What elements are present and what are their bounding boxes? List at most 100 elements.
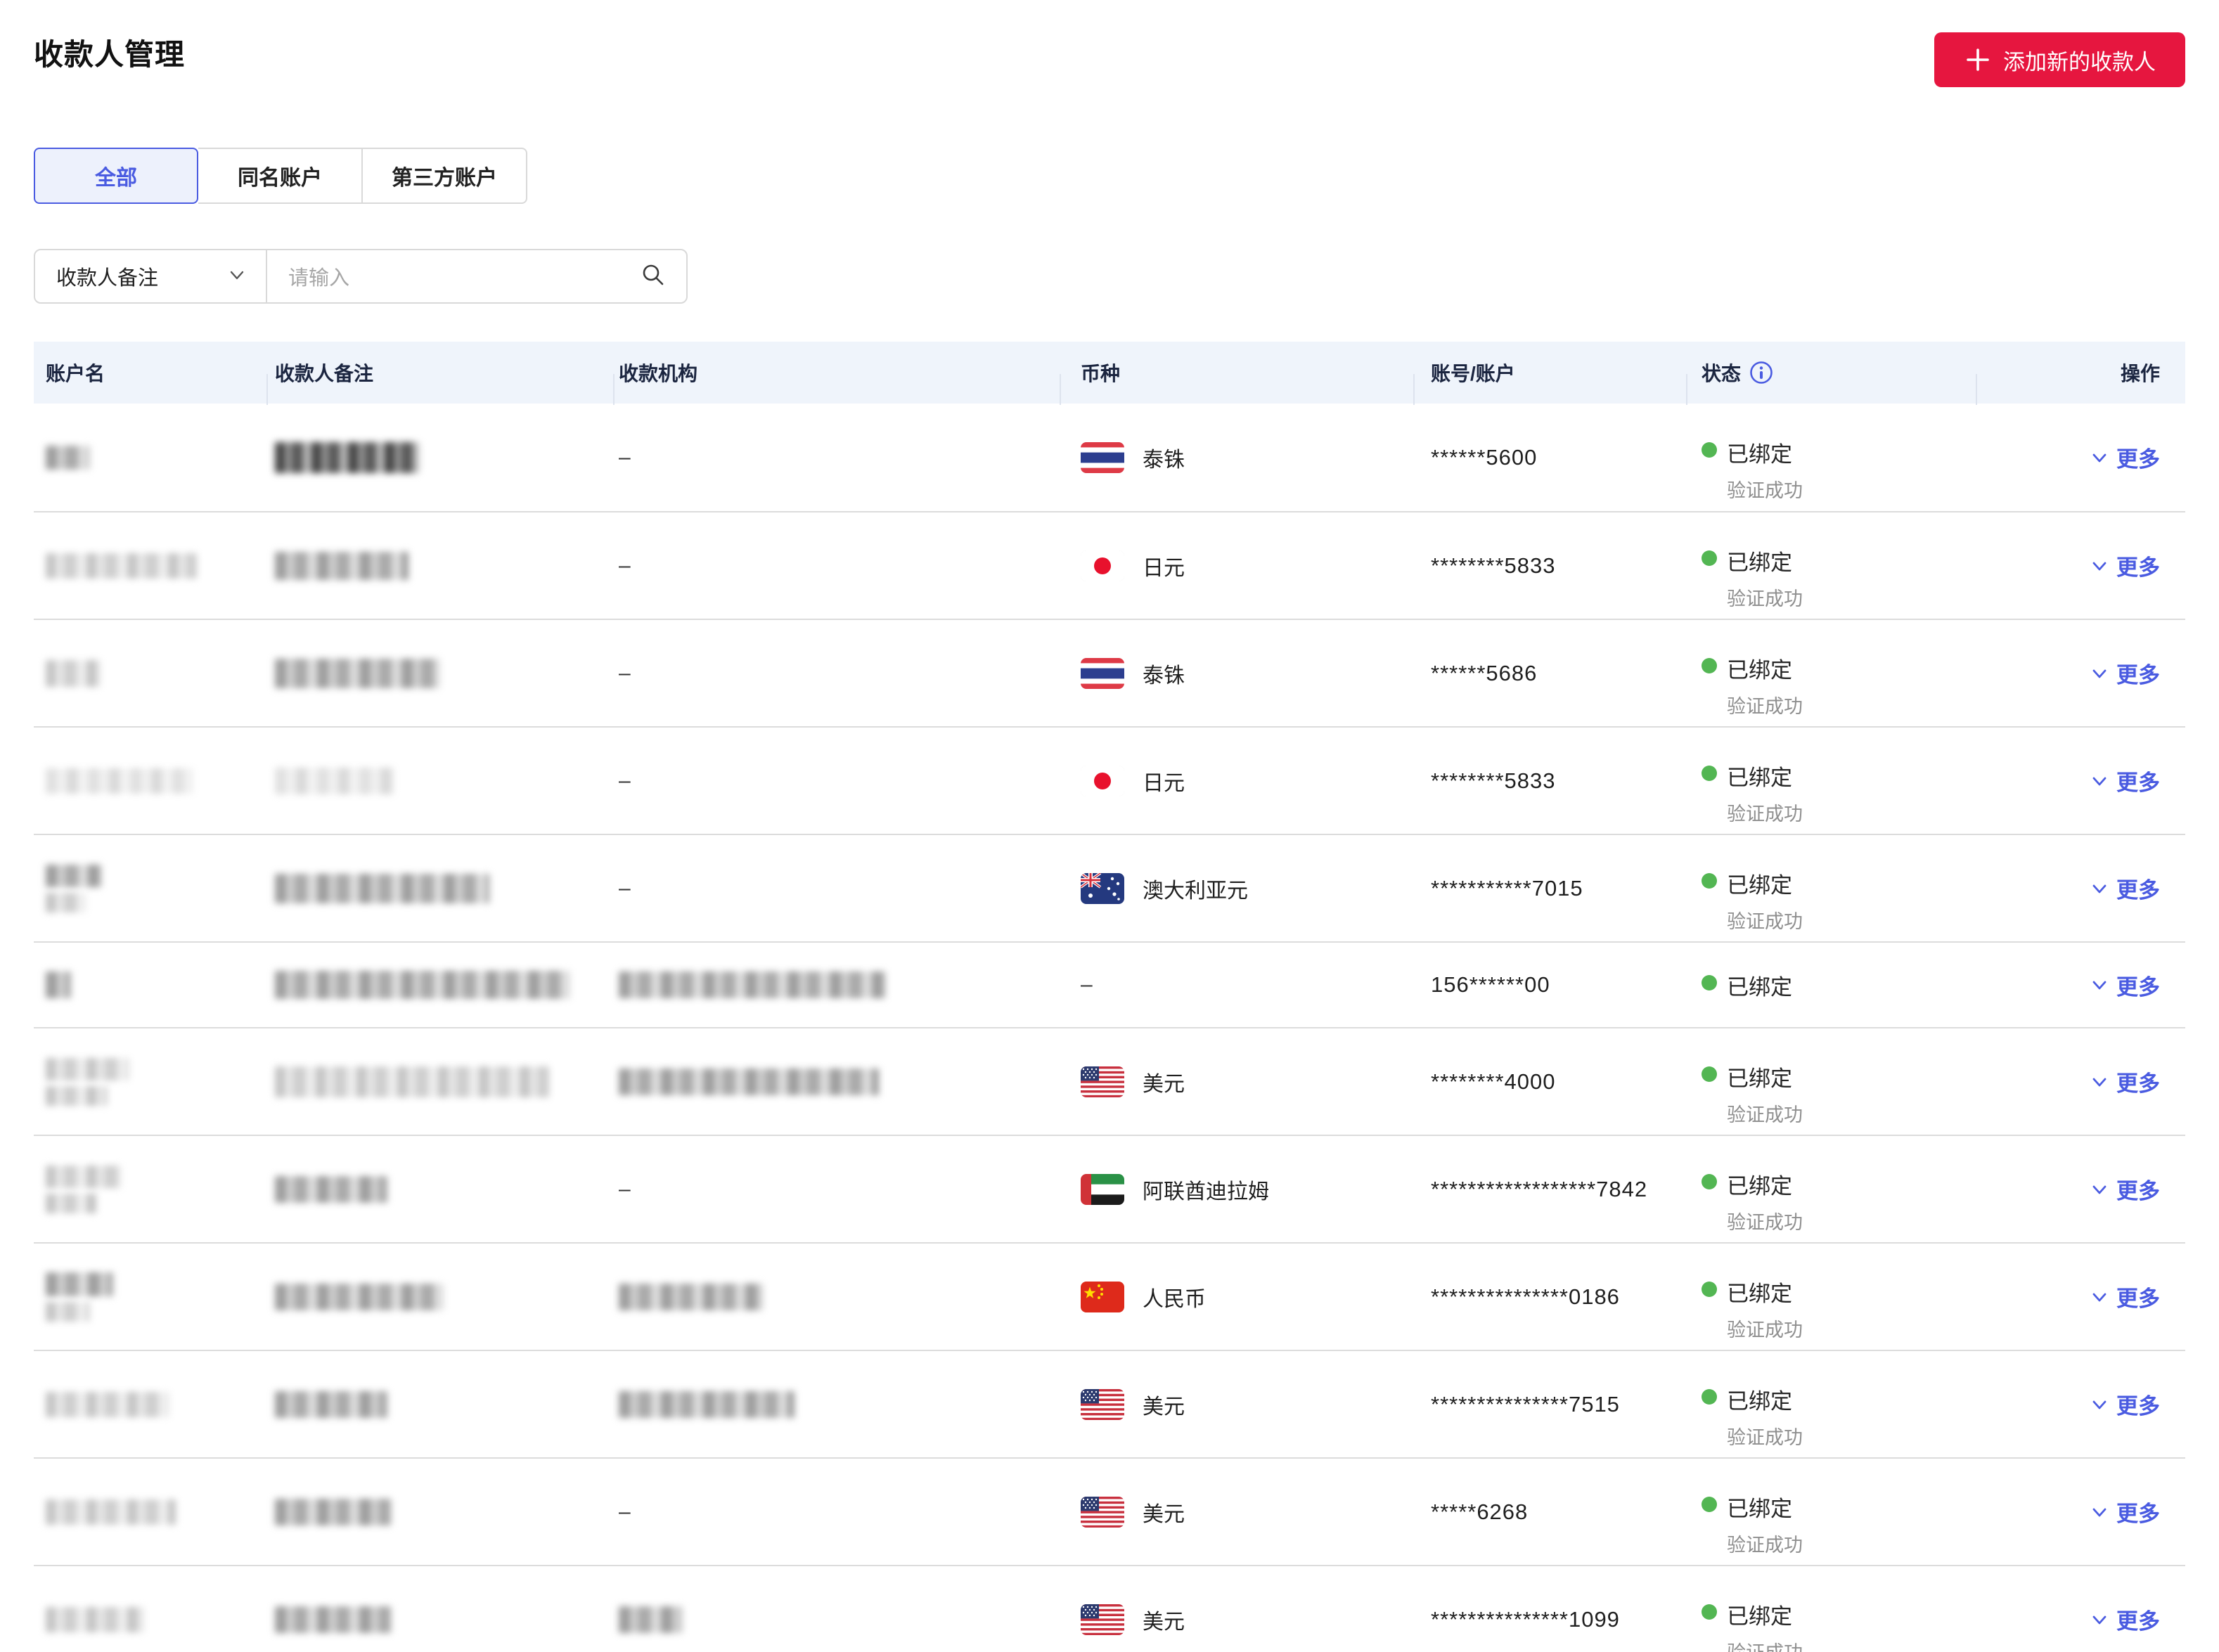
more-actions-label: 更多 (2116, 1394, 2160, 1419)
chevron-down-icon (2090, 1180, 2109, 1199)
status-dot-icon (1702, 1066, 1717, 1082)
masked-account-number: ******5600 (1431, 444, 1538, 470)
table-row: – 澳大利亚元 ***********7015 已绑定 验证成功 更多 (34, 834, 2185, 941)
more-actions-button[interactable]: 更多 (2090, 1496, 2160, 1528)
more-actions-button[interactable]: 更多 (2090, 1281, 2160, 1312)
account-name-redacted (46, 768, 193, 794)
tab-1[interactable]: 同名账户 (198, 148, 363, 204)
more-actions-button[interactable]: 更多 (2090, 872, 2160, 904)
institution-empty: – (619, 553, 631, 577)
status-badge: 已绑定 (1727, 550, 1792, 575)
more-actions-button[interactable]: 更多 (2090, 1603, 2160, 1635)
chevron-down-icon (2090, 664, 2109, 683)
action-cell: 更多 (1977, 728, 2185, 834)
account-name-redacted (46, 1085, 108, 1106)
status-badge: 已绑定 (1727, 657, 1792, 683)
filter-select[interactable]: 收款人备注 (35, 250, 267, 302)
more-actions-label: 更多 (2116, 447, 2160, 472)
tab-0[interactable]: 全部 (34, 148, 198, 204)
more-actions-label: 更多 (2116, 555, 2160, 580)
currency-cell: 美元 (1061, 1459, 1415, 1565)
more-actions-button[interactable]: 更多 (2090, 1173, 2160, 1205)
currency-label: 人民币 (1143, 1287, 1206, 1311)
column-header-5: 状态 (1687, 359, 1977, 405)
uae-flag-icon (1081, 1173, 1124, 1205)
account-name-redacted (46, 1301, 89, 1322)
payee-note-redacted (275, 441, 419, 473)
currency-label: 美元 (1143, 1502, 1185, 1526)
chevron-down-icon (2090, 1610, 2109, 1630)
more-actions-label: 更多 (2116, 1071, 2160, 1096)
topbar: 收款人管理 添加新的收款人 (34, 0, 2185, 87)
payee-note-cell (268, 835, 615, 941)
chevron-down-icon (2090, 1072, 2109, 1092)
institution-empty: – (619, 1177, 631, 1201)
status-badge: 已绑定 (1727, 1603, 1792, 1629)
action-cell: 更多 (1977, 1459, 2185, 1565)
more-actions-button[interactable]: 更多 (2090, 1388, 2160, 1420)
more-actions-button[interactable]: 更多 (2090, 969, 2160, 1001)
currency-label: 泰铢 (1143, 448, 1185, 472)
masked-account-number: ***************0186 (1431, 1284, 1620, 1309)
search-icon[interactable] (640, 262, 667, 292)
institution-cell: – (615, 620, 1061, 726)
account-name-cell (34, 1351, 268, 1457)
more-actions-button[interactable]: 更多 (2090, 550, 2160, 581)
tab-2[interactable]: 第三方账户 (363, 148, 527, 204)
action-cell: 更多 (1977, 1028, 2185, 1135)
status-badge: 已绑定 (1727, 441, 1792, 467)
add-payee-button[interactable]: 添加新的收款人 (1934, 32, 2185, 87)
currency-cell: 泰铢 (1061, 404, 1415, 511)
table-row: – 日元 ********5833 已绑定 验证成功 更多 (34, 511, 2185, 619)
page-title: 收款人管理 (34, 38, 186, 71)
currency-cell: 美元 (1061, 1566, 1415, 1652)
table-row: – 泰铢 ******5600 已绑定 验证成功 更多 (34, 404, 2185, 511)
more-actions-button[interactable]: 更多 (2090, 765, 2160, 796)
status-dot-icon (1702, 1281, 1717, 1297)
account-name-redacted (46, 1606, 144, 1632)
table-row: 美元***************1099已绑定验证成功更多 (34, 1565, 2185, 1652)
payee-note-redacted (275, 1175, 387, 1203)
status-subtext: 验证成功 (1727, 1534, 1803, 1556)
account-name-cell (34, 404, 268, 511)
status-subtext: 验证成功 (1727, 479, 1803, 501)
more-actions-button[interactable]: 更多 (2090, 441, 2160, 473)
status-subtext: 验证成功 (1727, 1211, 1803, 1233)
usa-flag-icon (1081, 1496, 1124, 1528)
column-header-2: 收款机构 (615, 359, 1061, 405)
payee-note-redacted (275, 1066, 549, 1097)
institution-cell: – (615, 1459, 1061, 1565)
chevron-down-icon (2090, 771, 2109, 791)
status-cell: 已绑定验证成功 (1687, 1351, 1977, 1457)
account-number-cell: ********5833 (1415, 728, 1687, 834)
status-cell: 已绑定验证成功 (1687, 728, 1977, 834)
status-cell: 已绑定 (1687, 943, 1977, 1027)
more-actions-label: 更多 (2116, 1286, 2160, 1311)
search-input[interactable]: 请输入 (267, 250, 686, 302)
more-actions-button[interactable]: 更多 (2090, 1066, 2160, 1097)
institution-cell (615, 1028, 1061, 1135)
status-badge: 已绑定 (1727, 1388, 1792, 1414)
table-row: 人民币 ***************0186 已绑定 验证成功 更多 (34, 1242, 2185, 1350)
action-cell: 更多 (1977, 1566, 2185, 1652)
status-cell: 已绑定验证成功 (1687, 1028, 1977, 1135)
status-dot-icon (1702, 974, 1717, 990)
more-actions-button[interactable]: 更多 (2090, 657, 2160, 689)
account-name-cell (34, 1028, 268, 1135)
currency-label: 美元 (1143, 1072, 1185, 1096)
action-cell: 更多 (1977, 835, 2185, 941)
status-dot-icon (1702, 765, 1717, 781)
japan-flag-icon (1081, 550, 1124, 581)
status-cell: 已绑定验证成功 (1687, 620, 1977, 726)
currency-cell: 阿联酋迪拉姆 (1061, 1136, 1415, 1242)
masked-account-number: ********4000 (1431, 1069, 1556, 1094)
usa-flag-icon (1081, 1066, 1124, 1097)
info-icon[interactable] (1741, 361, 1773, 385)
column-header-0: 账户名 (34, 359, 268, 405)
table-row: – 美元 *****6268 已绑定 验证成功 更多 (34, 1457, 2185, 1565)
account-name-redacted (46, 972, 71, 998)
table-row: 美元 ***************7515 已绑定 验证成功 更多 (34, 1350, 2185, 1457)
institution-cell (615, 1244, 1061, 1350)
account-name-cell (34, 728, 268, 834)
table-row: – 156******00 已绑定 更多 (34, 941, 2185, 1027)
